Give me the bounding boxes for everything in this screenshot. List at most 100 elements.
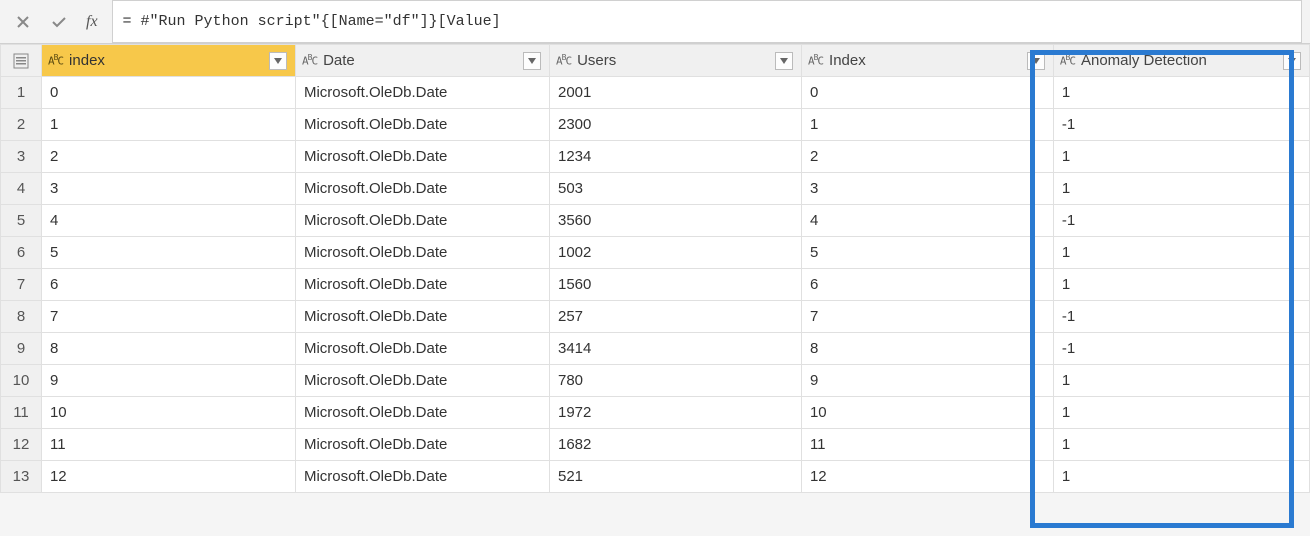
table-cell[interactable]: 9 — [41, 365, 295, 397]
table-row[interactable]: 10Microsoft.OleDb.Date200101 — [1, 77, 1310, 109]
table-cell[interactable]: 4 — [41, 205, 295, 237]
column-filter-dropdown[interactable] — [1283, 52, 1301, 70]
table-cell[interactable]: 10 — [801, 397, 1053, 429]
table-cell[interactable]: 5 — [801, 237, 1053, 269]
table-row[interactable]: 98Microsoft.OleDb.Date34148-1 — [1, 333, 1310, 365]
table-cell[interactable]: 780 — [550, 365, 802, 397]
table-cell[interactable]: Microsoft.OleDb.Date — [295, 429, 549, 461]
table-cell[interactable]: 0 — [41, 77, 295, 109]
table-cell[interactable]: 1 — [801, 109, 1053, 141]
table-cell[interactable]: 1 — [1053, 173, 1309, 205]
row-number[interactable]: 2 — [1, 109, 42, 141]
table-cell[interactable]: 7 — [41, 301, 295, 333]
table-row[interactable]: 32Microsoft.OleDb.Date123421 — [1, 141, 1310, 173]
select-all-corner[interactable] — [1, 45, 42, 77]
table-cell[interactable]: Microsoft.OleDb.Date — [295, 397, 549, 429]
table-row[interactable]: 1211Microsoft.OleDb.Date1682111 — [1, 429, 1310, 461]
row-number[interactable]: 10 — [1, 365, 42, 397]
table-cell[interactable]: 2 — [801, 141, 1053, 173]
column-filter-dropdown[interactable] — [269, 52, 287, 70]
table-cell[interactable]: 6 — [41, 269, 295, 301]
table-cell[interactable]: 1972 — [550, 397, 802, 429]
table-cell[interactable]: Microsoft.OleDb.Date — [295, 365, 549, 397]
table-cell[interactable]: 1234 — [550, 141, 802, 173]
table-cell[interactable]: 1 — [1053, 269, 1309, 301]
table-cell[interactable]: 3560 — [550, 205, 802, 237]
table-cell[interactable]: 4 — [801, 205, 1053, 237]
table-cell[interactable]: 7 — [801, 301, 1053, 333]
column-header-index[interactable]: ABCindex — [41, 45, 295, 77]
table-cell[interactable]: 257 — [550, 301, 802, 333]
table-row[interactable]: 65Microsoft.OleDb.Date100251 — [1, 237, 1310, 269]
table-cell[interactable]: -1 — [1053, 333, 1309, 365]
table-cell[interactable]: 1 — [1053, 141, 1309, 173]
table-cell[interactable]: Microsoft.OleDb.Date — [295, 269, 549, 301]
table-cell[interactable]: -1 — [1053, 205, 1309, 237]
column-header-date[interactable]: ABCDate — [295, 45, 549, 77]
table-cell[interactable]: 9 — [801, 365, 1053, 397]
table-cell[interactable]: Microsoft.OleDb.Date — [295, 109, 549, 141]
row-number[interactable]: 11 — [1, 397, 42, 429]
cancel-formula-button[interactable] — [8, 7, 38, 37]
table-cell[interactable]: 1002 — [550, 237, 802, 269]
column-filter-dropdown[interactable] — [1027, 52, 1045, 70]
column-header-index[interactable]: ABCIndex — [801, 45, 1053, 77]
table-cell[interactable]: Microsoft.OleDb.Date — [295, 173, 549, 205]
table-row[interactable]: 54Microsoft.OleDb.Date35604-1 — [1, 205, 1310, 237]
table-cell[interactable]: 1 — [41, 109, 295, 141]
table-cell[interactable]: 3 — [801, 173, 1053, 205]
table-cell[interactable]: -1 — [1053, 301, 1309, 333]
table-row[interactable]: 76Microsoft.OleDb.Date156061 — [1, 269, 1310, 301]
table-row[interactable]: 21Microsoft.OleDb.Date23001-1 — [1, 109, 1310, 141]
table-cell[interactable]: Microsoft.OleDb.Date — [295, 77, 549, 109]
table-cell[interactable]: -1 — [1053, 109, 1309, 141]
table-row[interactable]: 43Microsoft.OleDb.Date50331 — [1, 173, 1310, 205]
formula-input[interactable]: = #"Run Python script"{[Name="df"]}[Valu… — [112, 0, 1302, 43]
table-cell[interactable]: 8 — [801, 333, 1053, 365]
table-cell[interactable]: 6 — [801, 269, 1053, 301]
table-cell[interactable]: 521 — [550, 461, 802, 493]
row-number[interactable]: 4 — [1, 173, 42, 205]
table-cell[interactable]: 12 — [801, 461, 1053, 493]
table-cell[interactable]: Microsoft.OleDb.Date — [295, 237, 549, 269]
table-cell[interactable]: 0 — [801, 77, 1053, 109]
table-cell[interactable]: 1 — [1053, 397, 1309, 429]
row-number[interactable]: 12 — [1, 429, 42, 461]
table-cell[interactable]: Microsoft.OleDb.Date — [295, 141, 549, 173]
table-cell[interactable]: 8 — [41, 333, 295, 365]
table-cell[interactable]: 1 — [1053, 461, 1309, 493]
table-cell[interactable]: 1 — [1053, 365, 1309, 397]
table-cell[interactable]: 1 — [1053, 77, 1309, 109]
table-row[interactable]: 1110Microsoft.OleDb.Date1972101 — [1, 397, 1310, 429]
table-cell[interactable]: 2300 — [550, 109, 802, 141]
table-row[interactable]: 1312Microsoft.OleDb.Date521121 — [1, 461, 1310, 493]
table-cell[interactable]: 12 — [41, 461, 295, 493]
table-cell[interactable]: 1 — [1053, 429, 1309, 461]
row-number[interactable]: 6 — [1, 237, 42, 269]
confirm-formula-button[interactable] — [44, 7, 74, 37]
table-cell[interactable]: 2001 — [550, 77, 802, 109]
table-cell[interactable]: Microsoft.OleDb.Date — [295, 205, 549, 237]
column-filter-dropdown[interactable] — [523, 52, 541, 70]
table-cell[interactable]: 2 — [41, 141, 295, 173]
row-number[interactable]: 13 — [1, 461, 42, 493]
row-number[interactable]: 5 — [1, 205, 42, 237]
row-number[interactable]: 8 — [1, 301, 42, 333]
row-number[interactable]: 9 — [1, 333, 42, 365]
table-cell[interactable]: 5 — [41, 237, 295, 269]
table-cell[interactable]: Microsoft.OleDb.Date — [295, 301, 549, 333]
table-cell[interactable]: 1560 — [550, 269, 802, 301]
table-cell[interactable]: 3 — [41, 173, 295, 205]
row-number[interactable]: 3 — [1, 141, 42, 173]
row-number[interactable]: 1 — [1, 77, 42, 109]
column-filter-dropdown[interactable] — [775, 52, 793, 70]
table-cell[interactable]: Microsoft.OleDb.Date — [295, 461, 549, 493]
table-cell[interactable]: 11 — [801, 429, 1053, 461]
column-header-users[interactable]: ABCUsers — [550, 45, 802, 77]
row-number[interactable]: 7 — [1, 269, 42, 301]
table-cell[interactable]: 3414 — [550, 333, 802, 365]
table-cell[interactable]: 11 — [41, 429, 295, 461]
table-cell[interactable]: 10 — [41, 397, 295, 429]
column-header-anomaly-detection[interactable]: ABCAnomaly Detection — [1053, 45, 1309, 77]
table-row[interactable]: 87Microsoft.OleDb.Date2577-1 — [1, 301, 1310, 333]
